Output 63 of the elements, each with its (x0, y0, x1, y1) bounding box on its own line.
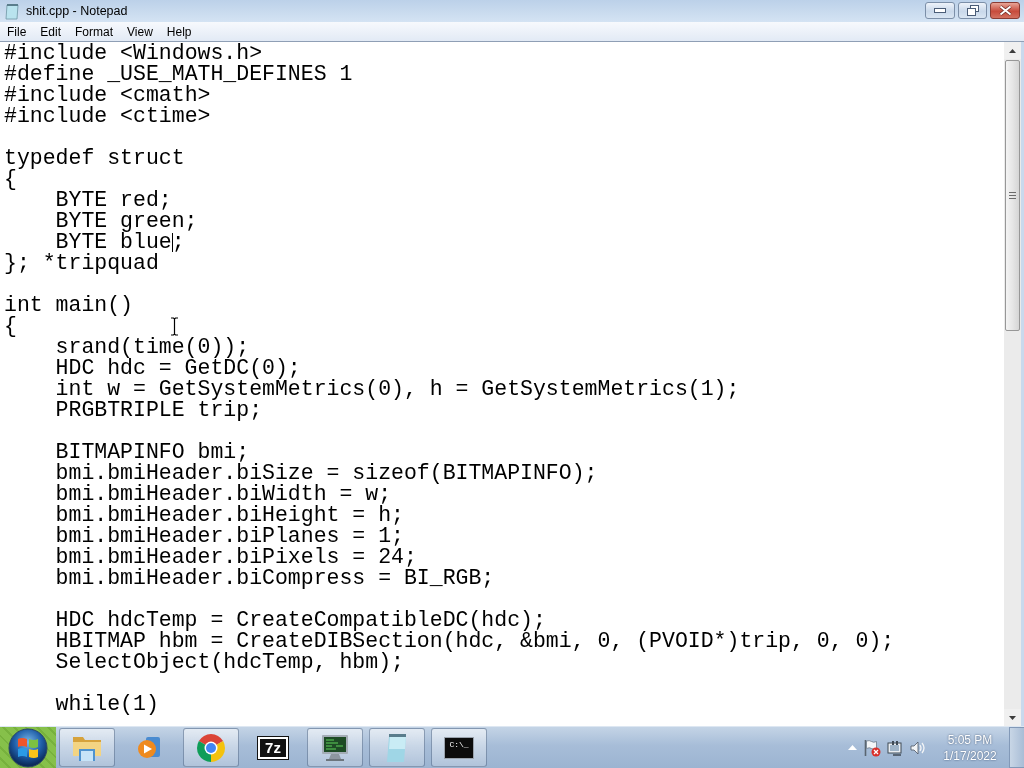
code-line: }; *tripquad (4, 253, 159, 274)
code-line: typedef struct (4, 148, 185, 169)
grip-icon (1009, 192, 1016, 199)
scroll-up-button[interactable] (1004, 42, 1021, 59)
text-editor[interactable] (0, 42, 1004, 726)
code-line: BYTE green; (55, 211, 198, 232)
taskbar-button[interactable]: C:\_ (431, 728, 487, 767)
scroll-down-button[interactable] (1004, 709, 1021, 726)
folder-icon (72, 734, 102, 761)
menu-item[interactable]: View (120, 22, 160, 41)
code-line: #define _USE_MATH_DEFINES 1 (4, 64, 353, 85)
taskbar-button[interactable]: 7z (245, 728, 301, 767)
restore-button[interactable] (958, 2, 987, 19)
archive-logo: 7z (258, 736, 288, 759)
code-line: #include <ctime> (4, 106, 211, 127)
start-button[interactable] (0, 727, 56, 768)
code-line: BYTE red; (55, 190, 172, 211)
taskbar-button[interactable] (369, 728, 425, 767)
code-line: srand(time(0)); (55, 337, 250, 358)
console-icon: C:\_ (444, 736, 474, 759)
i-beam-pointer-icon (170, 317, 179, 336)
code-line: bmi.bmiHeader.biPixels = 24; (55, 547, 417, 568)
code-line: { (4, 169, 17, 190)
code-line: { (4, 316, 17, 337)
code-line: bmi.bmiHeader.biCompress = BI_RGB; (55, 568, 495, 589)
taskbar-button[interactable] (307, 728, 363, 767)
monitor-icon (320, 733, 350, 762)
code-line: bmi.bmiHeader.biPlanes = 1; (55, 526, 404, 547)
round-logo-icon (196, 732, 226, 763)
close-icon (998, 5, 1012, 16)
code-line: HDC hdc = GetDC(0); (55, 358, 301, 379)
close-button[interactable] (990, 2, 1020, 19)
minimize-icon (934, 8, 946, 13)
restore-icon (966, 5, 979, 16)
code-line: #include <Windows.h> (4, 43, 263, 64)
scrollbar-thumb[interactable] (1005, 60, 1020, 331)
code-line: int main() (4, 295, 134, 316)
menu-item[interactable]: Edit (33, 22, 69, 41)
code-line: BITMAPINFO bmi; (55, 442, 250, 463)
code-line: PRGBTRIPLE trip; (55, 400, 263, 421)
caret-down-icon (1009, 715, 1016, 720)
code-line: bmi.bmiHeader.biSize = sizeof(BITMAPINFO); (55, 463, 598, 484)
caret-up-icon (1009, 48, 1016, 53)
code-line: while(1) (55, 694, 159, 715)
notepad-icon (5, 3, 19, 20)
menu-item[interactable]: Format (68, 22, 121, 41)
start-orb-icon (7, 727, 49, 768)
taskbar-button[interactable] (183, 728, 239, 767)
menu-item[interactable]: Help (159, 22, 199, 41)
minimize-button[interactable] (925, 2, 955, 19)
code-line: #include <cmath> (4, 85, 211, 106)
code-line: bmi.bmiHeader.biHeight = h; (55, 505, 404, 526)
play-icon (137, 735, 161, 760)
code-line: HDC hdcTemp = CreateCompatibleDC(hdc); (55, 610, 546, 631)
speaker-icon[interactable] (910, 739, 927, 756)
code-line: HBITMAP hbm = CreateDIBSection(hdc, &bmi, 0, (PVOID*)trip, 0, 0); (55, 631, 895, 652)
code-line: SelectObject(hdcTemp, hbm); (55, 652, 404, 673)
flag-icon[interactable] (863, 738, 881, 757)
code-line: int w = GetSystemMetrics(0), h = GetSystemMetrics(1); (55, 379, 740, 400)
window-title: shit.cpp - Notepad (26, 4, 129, 18)
menu-item[interactable]: File (0, 22, 34, 41)
code-line: bmi.bmiHeader.biWidth = w; (55, 484, 392, 505)
network-icon[interactable] (887, 739, 904, 756)
